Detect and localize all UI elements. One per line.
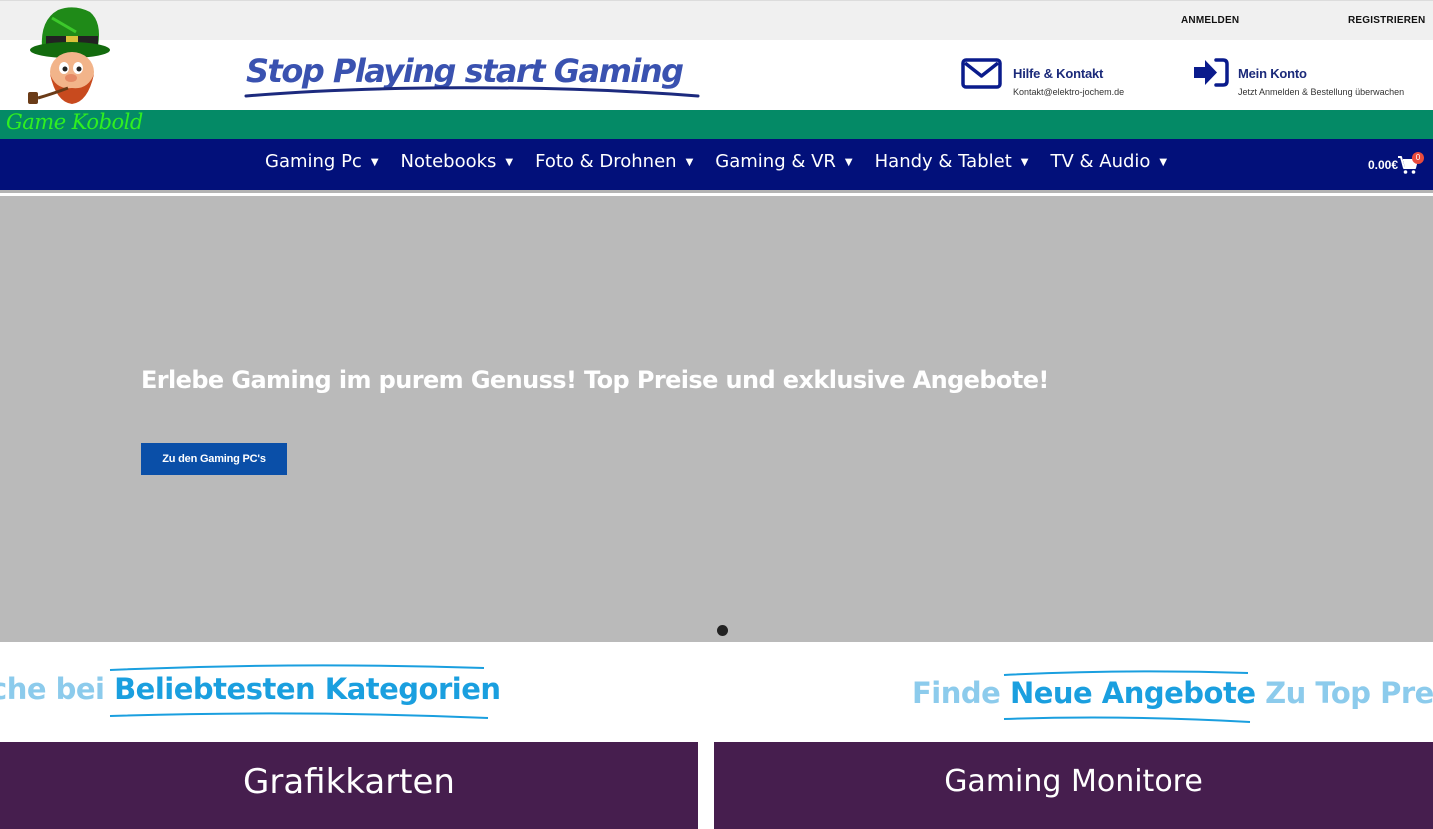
- nav-item-label: Notebooks: [400, 151, 497, 172]
- contact-block[interactable]: Hilfe & Kontakt Kontakt@elektro-jochem.d…: [961, 57, 1161, 101]
- nav-item-label: TV & Audio: [1050, 151, 1151, 172]
- nav-item-label: Handy & Tablet: [874, 151, 1012, 172]
- category-tile-grafikkarten[interactable]: Grafikkarten: [0, 742, 698, 829]
- nav-item-gaming-pc[interactable]: Gaming Pc ▼: [265, 151, 379, 172]
- caret-down-icon: ▼: [685, 157, 694, 168]
- cart-total[interactable]: 0.00€: [1368, 158, 1398, 172]
- login-link[interactable]: ANMELDEN: [1181, 15, 1239, 26]
- heading-suffix: Zu Top Preis: [1265, 676, 1433, 710]
- hero-cta-button[interactable]: Zu den Gaming PC's: [141, 443, 287, 475]
- register-link[interactable]: REGISTRIEREN: [1348, 15, 1425, 26]
- nav-item-label: Gaming Pc: [265, 151, 362, 172]
- slogan-underline: [244, 86, 700, 98]
- logo-text: Game Kobold: [6, 110, 143, 134]
- hero-slider: Erlebe Gaming im purem Genuss! Top Preis…: [0, 196, 1433, 642]
- slider-dot[interactable]: [717, 625, 728, 636]
- nav-item-tv-audio[interactable]: TV & Audio ▼: [1050, 151, 1167, 172]
- header: Stop Playing start Gaming Hilfe & Kontak…: [0, 40, 1433, 110]
- account-block[interactable]: Mein Konto Jetzt Anmelden & Bestellung ü…: [1190, 57, 1433, 101]
- heading-prefix: che bei: [0, 672, 105, 706]
- nav-item-handy-tablet[interactable]: Handy & Tablet ▼: [875, 151, 1029, 172]
- caret-down-icon: ▼: [844, 157, 853, 168]
- contact-title: Hilfe & Kontakt: [1013, 66, 1104, 81]
- caret-down-icon: ▼: [370, 157, 379, 168]
- heading-prefix: Finde: [912, 676, 1001, 710]
- nav-item-notebooks[interactable]: Notebooks ▼: [401, 151, 514, 172]
- category-tile-gaming-monitore[interactable]: Gaming Monitore: [714, 742, 1433, 829]
- nav-item-label: Gaming & VR: [715, 151, 836, 172]
- contact-email: Kontakt@elektro-jochem.de: [1013, 87, 1125, 97]
- page: ANMELDEN REGISTRIEREN Stop Playing start…: [0, 0, 1433, 829]
- mail-icon: [961, 58, 1002, 89]
- hero-title: Erlebe Gaming im purem Genuss! Top Preis…: [141, 366, 1049, 394]
- green-band: [0, 110, 1433, 139]
- main-navigation: Gaming Pc ▼ Notebooks ▼ Foto & Drohnen ▼ Ga…: [0, 139, 1433, 193]
- heading-underline-decoration: [1003, 670, 1251, 723]
- top-utility-bar: ANMELDEN REGISTRIEREN: [0, 0, 1433, 40]
- site-logo[interactable]: Game Kobold: [0, 0, 160, 140]
- nav-menu: Gaming Pc ▼ Notebooks ▼ Foto & Drohnen ▼ Ga…: [265, 151, 1189, 172]
- leprechaun-mascot-icon: [28, 7, 110, 104]
- nav-item-gaming-vr[interactable]: Gaming & VR ▼: [715, 151, 852, 172]
- caret-down-icon: ▼: [1020, 157, 1029, 168]
- heading-underline-decoration: [109, 664, 489, 719]
- account-subtitle: Jetzt Anmelden & Bestellung überwachen: [1238, 87, 1405, 97]
- account-title: Mein Konto: [1238, 66, 1307, 81]
- sign-in-icon: [1194, 58, 1229, 87]
- cart-count-badge: 0: [1412, 152, 1424, 164]
- nav-item-label: Foto & Drohnen: [535, 151, 677, 172]
- nav-item-foto-drohnen[interactable]: Foto & Drohnen ▼: [535, 151, 693, 172]
- caret-down-icon: ▼: [1159, 157, 1168, 168]
- caret-down-icon: ▼: [505, 157, 514, 168]
